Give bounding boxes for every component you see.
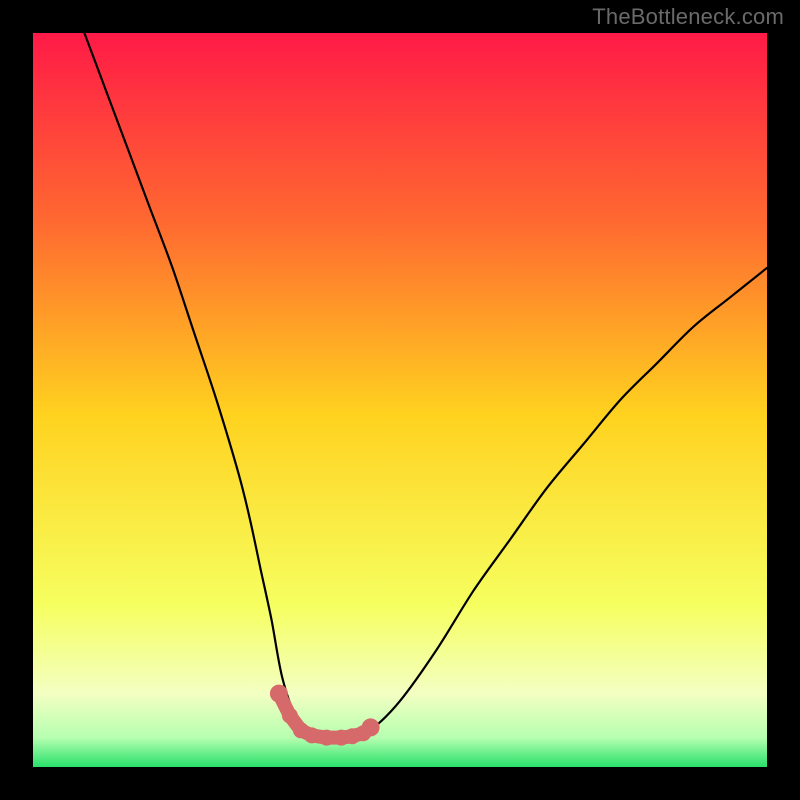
gradient-background	[33, 33, 767, 767]
valley-highlight-point	[362, 718, 380, 736]
chart-area	[33, 33, 767, 767]
valley-highlight-point	[282, 708, 298, 724]
attribution-label: TheBottleneck.com	[592, 4, 784, 30]
valley-highlight-point	[270, 685, 288, 703]
outer-frame: TheBottleneck.com	[0, 0, 800, 800]
valley-highlight-point	[304, 727, 320, 743]
bottleneck-chart	[33, 33, 767, 767]
valley-highlight-point	[319, 730, 335, 746]
